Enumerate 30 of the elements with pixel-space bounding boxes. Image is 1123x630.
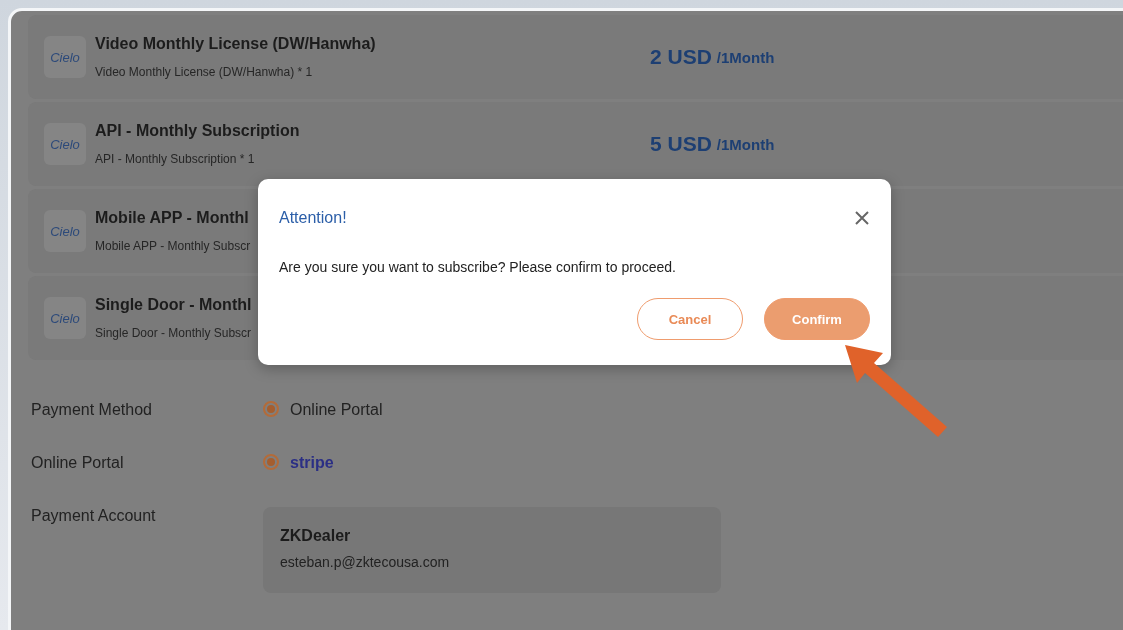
price-period: /1Month (716, 48, 775, 66)
close-icon[interactable] (854, 210, 870, 226)
cancel-button[interactable]: Cancel (637, 298, 743, 340)
product-detail: Mobile APP - Monthly Subscr (95, 239, 251, 253)
field-label: Payment Account (31, 507, 157, 525)
dialog-message: Are you sure you want to subscribe? Please confirm to proceed. (279, 259, 677, 275)
price-period: /1Month (716, 135, 775, 153)
product-title: Video Monthly License (DW/Hanwha) (95, 35, 376, 53)
option-label: Online Portal (290, 401, 383, 419)
radio-button[interactable] (263, 454, 279, 470)
logo-icon: Cielo (44, 210, 86, 252)
confirm-button[interactable]: Confirm (764, 298, 870, 340)
product-title: Single Door - Monthl (95, 296, 252, 314)
logo-icon: Cielo (44, 36, 86, 78)
price: 5 USD (650, 132, 712, 156)
product-detail: API - Monthly Subscription * 1 (95, 152, 255, 166)
logo-icon: Cielo (44, 123, 86, 165)
account-email: esteban.p@zktecousa.com (280, 554, 451, 570)
arrow-icon (843, 343, 949, 439)
product-title: Mobile APP - Monthl (95, 209, 249, 227)
product-detail: Video Monthly License (DW/Hanwha) * 1 (95, 65, 313, 79)
price: 2 USD (650, 45, 712, 69)
logo-icon: Cielo (44, 297, 86, 339)
field-label: Payment Method (31, 401, 153, 419)
radio-button[interactable] (263, 401, 279, 417)
product-detail: Single Door - Monthly Subscr (95, 326, 252, 340)
product-title: API - Monthly Subscription (95, 122, 300, 140)
field-label: Online Portal (31, 454, 125, 472)
dialog-title: Attention! (279, 209, 347, 227)
account-name: ZKDealer (280, 527, 352, 545)
